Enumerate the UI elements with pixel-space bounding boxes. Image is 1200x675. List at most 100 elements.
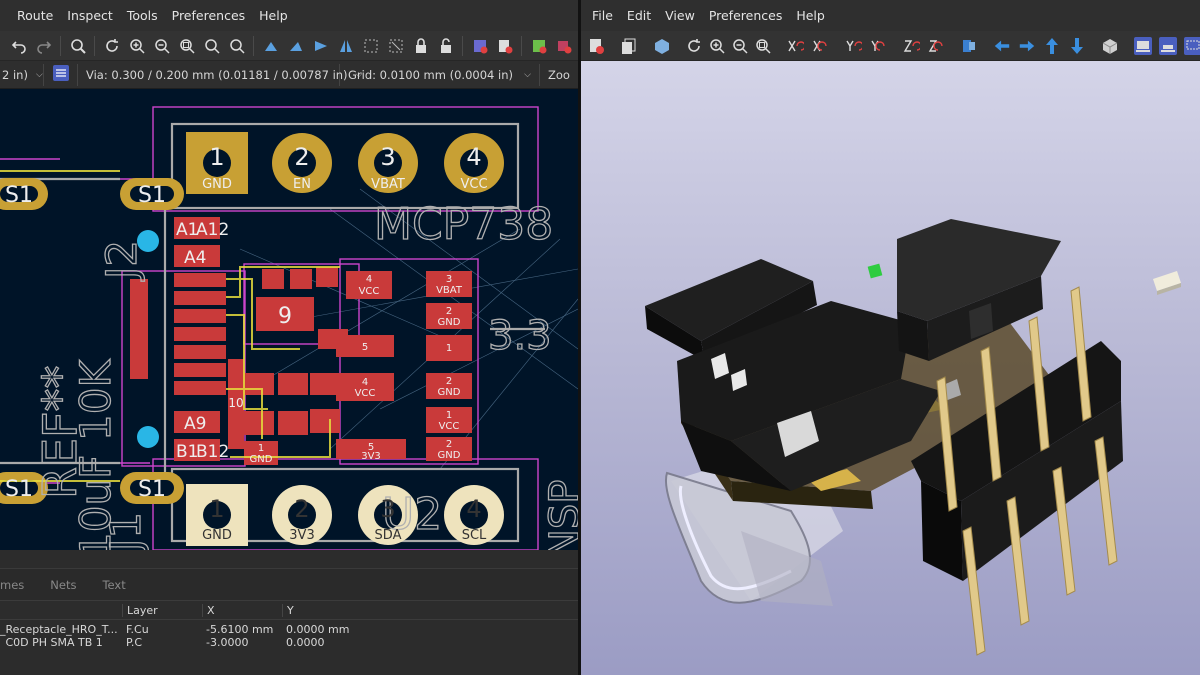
scripting-icon[interactable] (555, 37, 573, 55)
zoom-out-icon[interactable] (732, 37, 748, 55)
lock-icon[interactable] (412, 37, 430, 55)
silk-text-j1: J1 (101, 512, 150, 550)
silk-text-j2: J2 (97, 240, 146, 282)
ic-thermal-pad-label: 9 (278, 304, 292, 329)
toggle-ortho-icon[interactable] (1101, 37, 1119, 55)
menu-file[interactable]: File (585, 8, 620, 23)
menu-inspect[interactable]: Inspect (60, 8, 120, 23)
rotate-x-cw-icon[interactable] (786, 37, 804, 55)
svg-text:VCC: VCC (355, 388, 376, 399)
viewer-toolbar (581, 31, 1200, 61)
zoom-out-icon[interactable] (153, 37, 171, 55)
svg-text:2: 2 (446, 439, 452, 450)
auto-width-icon (52, 64, 70, 85)
raytrace-icon[interactable] (653, 37, 671, 55)
show-virtual-icon[interactable] (1183, 36, 1200, 55)
mirror-v-icon[interactable] (337, 37, 355, 55)
column-y[interactable]: Y (282, 603, 358, 617)
zoom-objects-icon[interactable] (203, 37, 221, 55)
pcb-canvas[interactable]: MCP738 J2 REF** 10uF 10K U2 J1 NSP 3.3 1… (0, 89, 578, 550)
rotate-y-cw-icon[interactable] (844, 37, 862, 55)
tab-nets[interactable]: Nets (37, 578, 89, 592)
viewer-menubar: File Edit View Preferences Help (581, 0, 1200, 31)
flip-board-icon[interactable] (960, 37, 978, 55)
svg-text:VCC: VCC (460, 177, 487, 192)
rotate-y-ccw-icon[interactable] (869, 37, 887, 55)
auto-width-toggle[interactable] (44, 63, 78, 86)
rotate-x-ccw-icon[interactable] (811, 37, 829, 55)
svg-text:2: 2 (446, 376, 452, 387)
zoom-select[interactable]: Zoo (540, 64, 578, 86)
chevron-down-icon: ⌵ (524, 69, 531, 80)
svg-text:1: 1 (209, 143, 224, 171)
rotate-z-ccw-icon[interactable] (927, 37, 945, 55)
move-right-icon[interactable] (1018, 37, 1036, 55)
tab-names[interactable]: mes (0, 578, 37, 592)
redo-icon[interactable] (35, 37, 53, 55)
grid-select[interactable]: Grid: 0.0100 mm (0.0004 in) ⌵ (340, 63, 540, 86)
copy-icon[interactable] (620, 37, 638, 55)
rotate-z-cw-icon[interactable] (902, 37, 920, 55)
netinspector-icon[interactable] (496, 37, 514, 55)
header-pin-numbers: 1 2 3 4 (209, 143, 481, 171)
svg-text:3V3: 3V3 (289, 528, 314, 543)
svg-text:SCL: SCL (462, 528, 487, 543)
svg-text:S1: S1 (138, 477, 166, 502)
svg-text:EN: EN (293, 177, 311, 192)
menu-view[interactable]: View (658, 8, 702, 23)
undo-icon[interactable] (10, 37, 28, 55)
menu-help[interactable]: Help (789, 8, 832, 23)
pcb-toolbar (0, 31, 578, 61)
svg-text:GND: GND (250, 454, 273, 465)
svg-text:2: 2 (294, 495, 309, 523)
svg-text:VBAT: VBAT (371, 177, 405, 192)
pcb-options-bar: 2 in) ⌵ Via: 0.300 / 0.200 mm (0.01181 / … (0, 61, 578, 89)
zoom-fit-icon[interactable] (178, 37, 196, 55)
header-j2 (186, 132, 504, 194)
zoom-in-icon[interactable] (128, 37, 146, 55)
ungroup-icon[interactable] (387, 37, 405, 55)
menu-preferences[interactable]: Preferences (165, 8, 253, 23)
menu-tools[interactable]: Tools (120, 8, 165, 23)
svg-text:A4: A4 (184, 248, 206, 268)
drc-icon[interactable] (471, 37, 489, 55)
silk-text-10k: 10K (71, 359, 120, 441)
show-smd-icon[interactable] (1158, 36, 1177, 55)
menu-route[interactable]: Route (10, 8, 60, 23)
rotate-ccw-icon[interactable] (262, 37, 280, 55)
refresh-icon[interactable] (103, 37, 121, 55)
led-3d (867, 263, 883, 279)
table-row[interactable]: _Receptacle_HRO_T... F.Cu -5.6100 mm 0.0… (0, 620, 578, 638)
zoom-selection-icon[interactable] (228, 37, 246, 55)
group-icon[interactable] (362, 37, 380, 55)
column-layer[interactable]: Layer (122, 603, 202, 617)
mirror-h-icon[interactable] (312, 37, 330, 55)
via-size-select[interactable]: Via: 0.300 / 0.200 mm (0.01181 / 0.00787… (78, 63, 362, 86)
find-icon[interactable] (69, 37, 87, 55)
3d-viewport[interactable] (581, 61, 1200, 675)
table-row[interactable]: _C0D PH SMA TB 1 P.C -3.0000 0.0000 (0, 638, 578, 646)
svg-text:S1: S1 (138, 183, 166, 208)
footprint-editor-icon[interactable] (530, 37, 548, 55)
zoom-in-icon[interactable] (709, 37, 725, 55)
menu-help[interactable]: Help (252, 8, 295, 23)
show-tht-icon[interactable] (1133, 36, 1152, 55)
menu-edit[interactable]: Edit (620, 8, 658, 23)
unlock-icon[interactable] (437, 37, 455, 55)
move-down-icon[interactable] (1068, 37, 1086, 55)
screen: Route Inspect Tools Preferences Help 2 i… (0, 0, 1200, 675)
column-x[interactable]: X (202, 603, 282, 617)
silk-text-3v3: 3.3 (488, 313, 552, 359)
track-width-select[interactable]: 2 in) ⌵ (0, 63, 44, 86)
smd-pads (228, 267, 472, 465)
move-up-icon[interactable] (1043, 37, 1061, 55)
menu-preferences[interactable]: Preferences (702, 8, 790, 23)
move-left-icon[interactable] (993, 37, 1011, 55)
stray-component-3d (1153, 271, 1181, 295)
zoom-fit-icon[interactable] (755, 37, 771, 55)
rotate-cw-icon[interactable] (287, 37, 305, 55)
export-image-icon[interactable] (587, 37, 605, 55)
refresh-icon[interactable] (686, 37, 702, 55)
tab-text[interactable]: Text (89, 578, 138, 592)
svg-text:3: 3 (380, 143, 395, 171)
